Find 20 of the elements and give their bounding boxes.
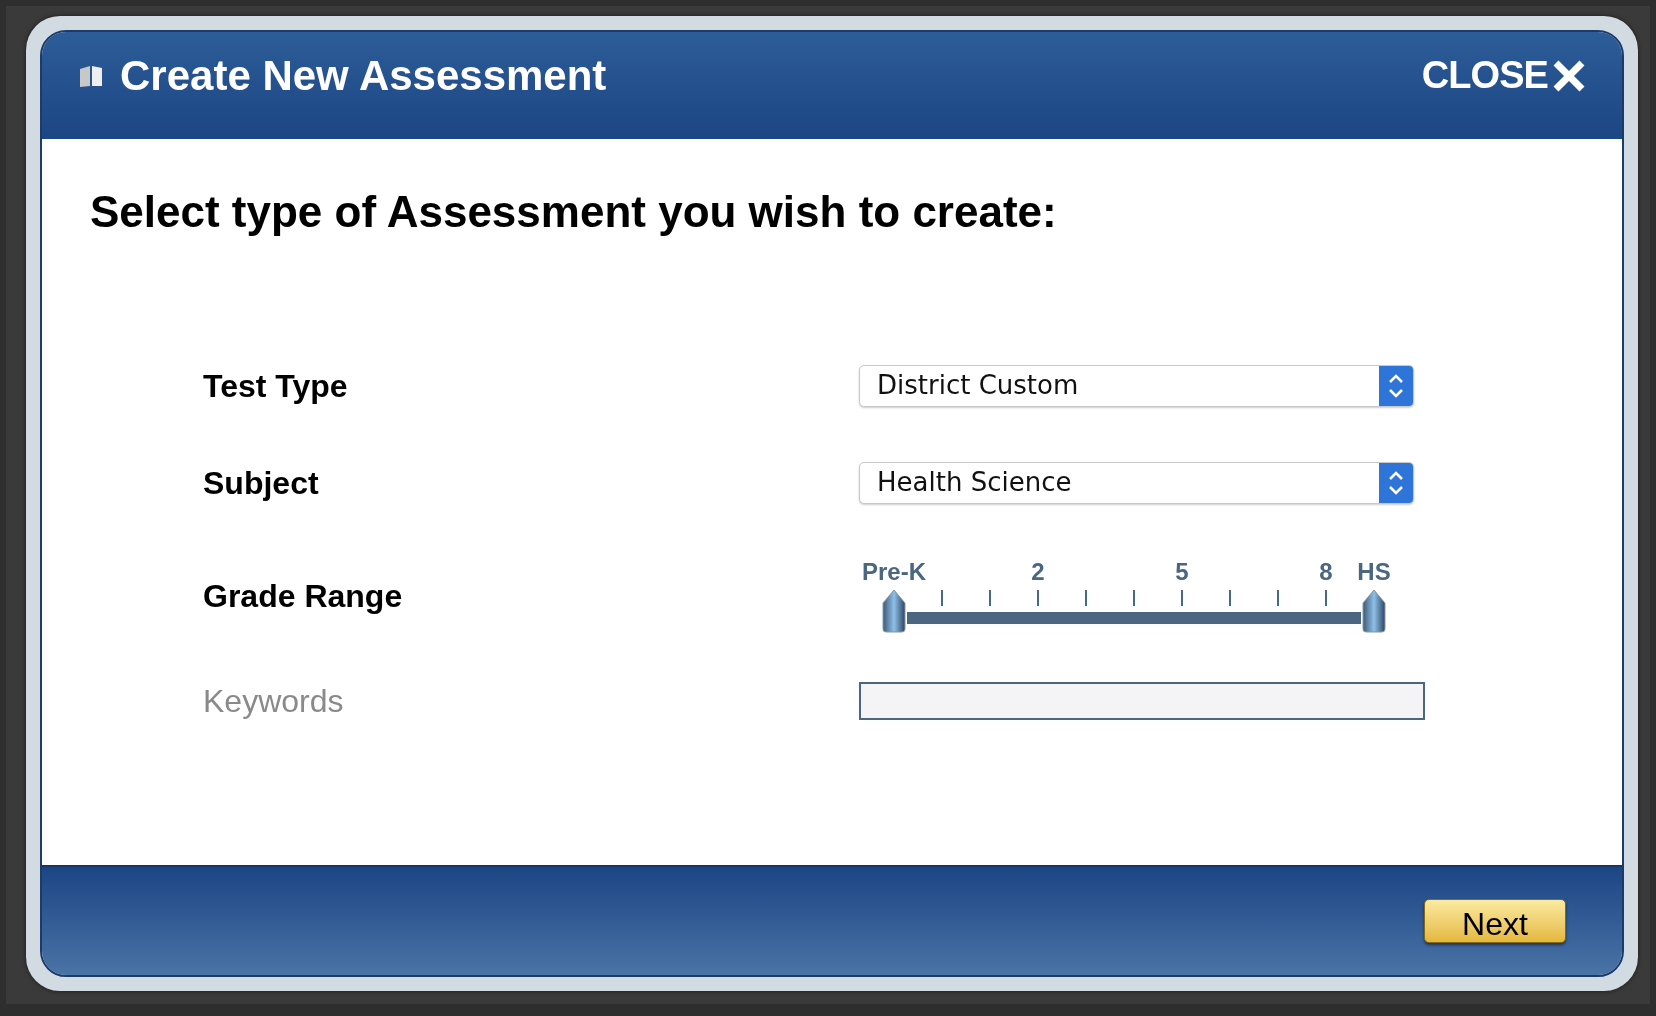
dropdown[interactable]: District Custom bbox=[859, 364, 1414, 407]
scale-label: Pre-K bbox=[862, 560, 926, 584]
close-button[interactable]: CLOSE bbox=[1421, 47, 1586, 104]
stepper-icon bbox=[1379, 365, 1413, 406]
dialog-title: Create New Assessment bbox=[120, 51, 607, 101]
slider-handle[interactable] bbox=[881, 589, 907, 633]
dropdown[interactable]: Health Science bbox=[859, 461, 1414, 504]
field-label: Test Type bbox=[202, 366, 349, 406]
close-icon bbox=[1552, 58, 1586, 93]
field-label: Keywords bbox=[202, 682, 345, 721]
heading: Select type of Assessment you wish to create: bbox=[90, 186, 1058, 238]
scale-label: HS bbox=[1357, 560, 1391, 584]
slider-handle[interactable] bbox=[1361, 589, 1387, 633]
scale-label: 5 bbox=[1175, 560, 1189, 584]
field-label: Grade Range bbox=[202, 577, 404, 616]
field-label: Subject bbox=[202, 463, 320, 503]
next-button[interactable]: Next bbox=[1424, 899, 1566, 943]
stepper-icon bbox=[1379, 462, 1413, 503]
scale-label: 8 bbox=[1319, 560, 1333, 584]
scale-label: 2 bbox=[1031, 560, 1045, 584]
